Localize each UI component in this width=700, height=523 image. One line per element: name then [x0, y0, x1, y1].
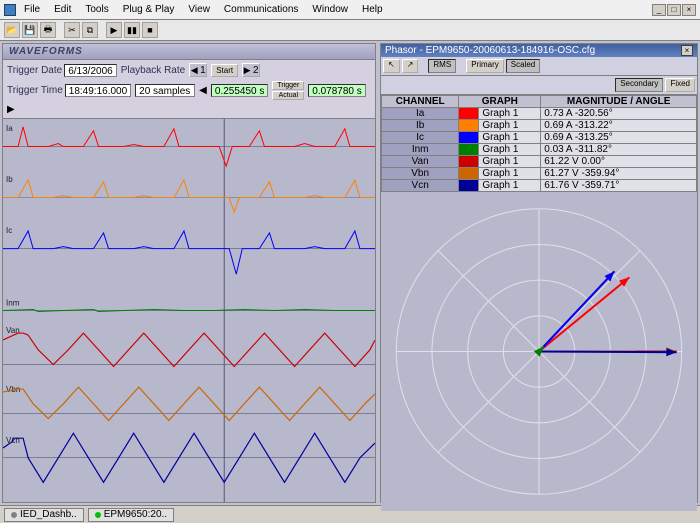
- app-icon: [4, 4, 16, 16]
- waveform-plot[interactable]: Ia Ib Ic Inm Van Vbn Vcn: [3, 119, 375, 502]
- tool-stop-icon[interactable]: ■: [142, 22, 158, 38]
- minimize-button[interactable]: _: [652, 4, 666, 16]
- ch-label-ib: Ib: [6, 175, 13, 184]
- phasor-title: Phasor - EPM9650-20060613-184916-OSC.cfg: [385, 45, 595, 56]
- tool-save-icon[interactable]: 💾: [22, 22, 38, 38]
- tool-play-icon[interactable]: ▶: [106, 22, 122, 38]
- status-dot-grey-icon: [11, 512, 17, 518]
- phasor-table: CHANNEL GRAPH MAGNITUDE / ANGLE IaGraph …: [381, 95, 697, 192]
- menubar: File Edit Tools Plug & Play View Communi…: [0, 0, 700, 20]
- tool-open-icon[interactable]: 📂: [4, 22, 20, 38]
- th-graph: GRAPH: [459, 96, 541, 108]
- menu-window[interactable]: Window: [306, 2, 354, 17]
- start-button[interactable]: Start: [211, 64, 238, 77]
- rms-button[interactable]: RMS: [428, 59, 456, 73]
- table-row[interactable]: IcGraph 10.69 A -313.25°: [382, 132, 697, 144]
- menu-edit[interactable]: Edit: [48, 2, 77, 17]
- slider-left-icon[interactable]: ◀: [199, 85, 207, 96]
- table-row[interactable]: InmGraph 10.03 A -311.82°: [382, 144, 697, 156]
- table-row[interactable]: IaGraph 10.73 A -320.56°: [382, 108, 697, 120]
- tool-pause-icon[interactable]: ▮▮: [124, 22, 140, 38]
- waveforms-panel: WAVEFORMS Trigger Date 6/13/2006 Playbac…: [2, 43, 376, 503]
- table-row[interactable]: IbGraph 10.69 A -313.22°: [382, 120, 697, 132]
- fixed-button[interactable]: Fixed: [665, 78, 695, 92]
- waveforms-title: WAVEFORMS: [3, 44, 375, 60]
- menu-help[interactable]: Help: [356, 2, 389, 17]
- phasor-panel: Phasor - EPM9650-20060613-184916-OSC.cfg…: [380, 43, 698, 503]
- trigger-time-label: Trigger Time: [7, 85, 63, 96]
- playback-rate-label: Playback Rate: [121, 65, 185, 76]
- maximize-button[interactable]: □: [667, 4, 681, 16]
- tool-copy-icon[interactable]: ⧉: [82, 22, 98, 38]
- table-row[interactable]: VbnGraph 161.27 V -359.94°: [382, 168, 697, 180]
- status-tab-1[interactable]: IED_Dashb..: [4, 508, 84, 522]
- phasor-tool-2[interactable]: ↗: [402, 59, 419, 73]
- actual-button[interactable]: Actual: [272, 91, 304, 100]
- nav-next-button[interactable]: ▶ 2: [242, 63, 260, 77]
- trigger-date-label: Trigger Date: [7, 65, 62, 76]
- trigger-button[interactable]: Trigger: [272, 81, 304, 90]
- phasor-plot[interactable]: [381, 192, 697, 511]
- phasor-tool-1[interactable]: ↖: [383, 59, 400, 73]
- ch-label-ic: Ic: [6, 226, 12, 235]
- slider-right-icon[interactable]: ▶: [7, 104, 15, 115]
- secondary-button[interactable]: Secondary: [615, 78, 663, 92]
- close-button[interactable]: ×: [682, 4, 696, 16]
- toolbar: 📂 💾 🖶 ✂ ⧉ ▶ ▮▮ ■: [0, 20, 700, 41]
- trigger-time-field[interactable]: 18:49:16.000: [65, 84, 131, 97]
- primary-button[interactable]: Primary: [466, 59, 504, 73]
- nav-prev-button[interactable]: ◀ 1: [189, 63, 207, 77]
- tool-print-icon[interactable]: 🖶: [40, 22, 56, 38]
- scaled-button[interactable]: Scaled: [506, 59, 540, 73]
- table-row[interactable]: VcnGraph 161.76 V -359.71°: [382, 180, 697, 192]
- menu-file[interactable]: File: [18, 2, 46, 17]
- menu-communications[interactable]: Communications: [218, 2, 304, 17]
- menu-view[interactable]: View: [182, 2, 216, 17]
- time-display-2: 0.078780 s: [308, 84, 366, 97]
- trigger-date-field[interactable]: 6/13/2006: [64, 64, 117, 77]
- time-display-1: 0.255450 s: [211, 84, 269, 97]
- menu-plug-play[interactable]: Plug & Play: [117, 2, 181, 17]
- playback-rate-field[interactable]: 20 samples: [135, 84, 195, 97]
- status-tab-2[interactable]: EPM9650:20..: [88, 508, 174, 522]
- status-dot-green-icon: [95, 512, 101, 518]
- tool-cut-icon[interactable]: ✂: [64, 22, 80, 38]
- phasor-close-button[interactable]: ×: [681, 45, 693, 56]
- th-magnitude: MAGNITUDE / ANGLE: [541, 96, 697, 108]
- ch-label-inm: Inm: [6, 299, 20, 308]
- th-channel: CHANNEL: [382, 96, 459, 108]
- ch-label-ia: Ia: [6, 124, 13, 133]
- menu-tools[interactable]: Tools: [79, 2, 114, 17]
- table-row[interactable]: VanGraph 161.22 V 0.00°: [382, 156, 697, 168]
